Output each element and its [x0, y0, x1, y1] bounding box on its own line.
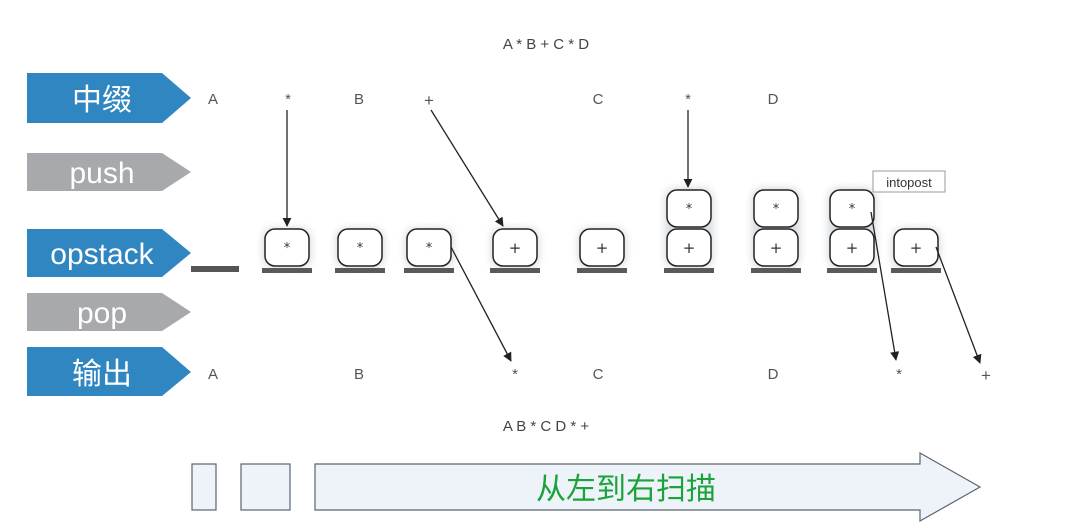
output-token: B — [354, 366, 364, 383]
flow-arrows — [282, 109, 982, 364]
scan-small-box — [191, 463, 217, 511]
row-label-opstack-text: opstack — [50, 238, 154, 271]
output-token: + — [981, 366, 991, 385]
row-label-pop: pop — [27, 293, 191, 331]
push-arrow — [430, 109, 504, 227]
pop-arrow — [870, 211, 900, 361]
stack-tile-label: * — [426, 241, 433, 256]
infix-token: * — [285, 91, 291, 108]
row-label-infix: 中缀 — [27, 73, 191, 123]
row-label-push: push — [27, 153, 191, 191]
stack-step-5: + — [577, 228, 627, 273]
scan-medium-box — [240, 463, 291, 511]
tooltip-text: intopost — [886, 175, 932, 190]
stack-tile-label: * — [357, 241, 364, 256]
row-label-opstack: opstack — [27, 229, 191, 277]
stack-tile-label: + — [596, 239, 609, 257]
tooltip: intopost — [872, 170, 946, 193]
infix-token: D — [768, 91, 779, 108]
infix-token: A — [208, 91, 218, 108]
row-label-output: 输出 — [27, 347, 191, 396]
row-label-output-text: 输出 — [72, 358, 132, 391]
infix-token: B — [354, 91, 364, 108]
pop-arrow — [935, 246, 982, 364]
stack-tile-label: + — [770, 239, 783, 257]
stack-tile-label: + — [910, 239, 923, 257]
stack-tile-label: * — [284, 241, 291, 256]
output-token: * — [896, 366, 902, 383]
postfix-expression: A B * C D * + — [503, 418, 590, 435]
stack-step-8: + * — [827, 188, 877, 273]
infix-expression: A * B + C * D — [503, 36, 589, 53]
infix-tokens-row: A * B + C * D — [208, 91, 779, 110]
stack-tile-label: * — [773, 202, 780, 217]
stack-step-4: + — [490, 228, 540, 273]
stack-tile-label: * — [849, 202, 856, 217]
output-token: D — [768, 366, 779, 383]
infix-token: C — [593, 91, 604, 108]
infix-token: + — [424, 91, 434, 110]
stack-tile-label: + — [509, 239, 522, 257]
stack-step-9: + — [891, 228, 941, 273]
stack-step-3: * — [404, 228, 454, 273]
row-label-infix-text: 中缀 — [72, 84, 132, 117]
infix-token: * — [685, 91, 691, 108]
row-label-pop-text: pop — [77, 297, 127, 330]
stack-tile-label: + — [846, 239, 859, 257]
scan-label: 从左到右扫描 — [536, 473, 716, 506]
opstack-row: * * * + + + * + * + * + — [262, 188, 941, 273]
empty-stack-base — [191, 266, 239, 272]
infix-to-postfix-diagram: A * B + C * D 中缀 push opstack pop 输出 A *… — [27, 36, 991, 523]
scan-direction: 从左到右扫描 — [191, 451, 982, 523]
stack-tile-label: * — [686, 202, 693, 217]
stack-step-6: + * — [664, 188, 714, 273]
output-token: C — [593, 366, 604, 383]
output-token: * — [512, 366, 518, 383]
output-token: A — [208, 366, 218, 383]
output-tokens-row: A B * C D * + — [208, 366, 991, 385]
stack-step-7: + * — [751, 188, 801, 273]
stack-tile-label: + — [683, 239, 696, 257]
stack-step-2: * — [335, 228, 385, 273]
stack-step-1: * — [262, 228, 312, 273]
row-label-push-text: push — [69, 157, 134, 190]
